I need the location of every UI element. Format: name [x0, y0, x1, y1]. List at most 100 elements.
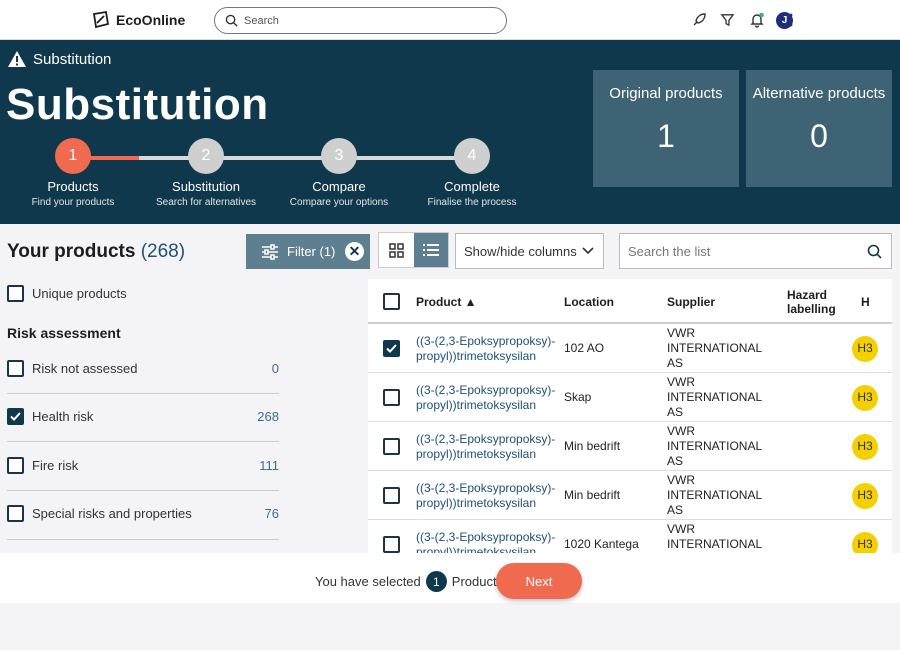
risk-checkbox[interactable] — [7, 360, 24, 377]
stat-value: 1 — [657, 118, 675, 154]
row-checkbox[interactable] — [383, 536, 400, 553]
location: Min bedrift — [564, 439, 621, 453]
selection-prefix: You have selected — [315, 574, 421, 589]
product-name[interactable]: ((3-(2,3-Epoksypropoksy)-propyl))trimeto… — [416, 471, 556, 520]
step-complete[interactable]: 4 Complete Finalise the process — [402, 138, 542, 208]
h-cell: H3 — [852, 471, 878, 520]
global-search-input[interactable]: Search — [214, 7, 507, 34]
location: Skap — [564, 390, 592, 404]
step-sublabel: Compare your options — [289, 197, 389, 208]
product-name[interactable]: ((3-(2,3-Epoksypropoksy)-propyl))trimeto… — [416, 373, 556, 422]
chevron-down-icon — [582, 247, 594, 255]
step-number: 3 — [321, 138, 357, 174]
clear-filter-icon[interactable]: ✕ — [345, 242, 364, 261]
table-row[interactable]: ((3-(2,3-Epoksypropoksy)-propyl))trimeto… — [368, 471, 892, 520]
risk-filter-fire[interactable]: Fire risk 111 — [7, 457, 279, 474]
step-label: Substitution — [172, 179, 240, 194]
filter-label: Unique products — [32, 286, 127, 301]
risk-checkbox[interactable] — [7, 505, 24, 522]
product-name[interactable]: ((3-(2,3-Epoksypropoksy)-propyl))trimeto… — [416, 422, 556, 471]
progress-stepper: 1 Products Find your products 2 Substitu… — [0, 138, 560, 224]
risk-filter-special[interactable]: Special risks and properties 76 — [7, 505, 279, 522]
hazard-badge: H3 — [852, 531, 878, 553]
search-placeholder: Search — [244, 14, 279, 27]
next-button[interactable]: Next — [496, 563, 582, 599]
rocket-icon[interactable] — [690, 11, 707, 28]
row-checkbox-cell — [383, 520, 400, 553]
stat-value: 0 — [810, 118, 828, 154]
column-header-supplier[interactable]: Supplier — [667, 279, 715, 324]
hazard-badge: H3 — [852, 335, 878, 362]
top-bar: EcoOnline Search J — [0, 0, 900, 40]
search-icon[interactable] — [867, 244, 882, 259]
supplier: VWR INTERNATIONAL AS — [667, 424, 762, 468]
risk-checkbox[interactable] — [7, 408, 24, 425]
grid-view-button[interactable] — [379, 233, 414, 267]
divider — [7, 539, 279, 540]
ecoonline-logo-icon — [92, 10, 110, 29]
list-search-input[interactable]: Search the list — [619, 233, 892, 269]
breadcrumb-label: Substitution — [33, 50, 112, 68]
filter-count: 0 — [271, 361, 279, 376]
filter-label: Health risk — [32, 409, 94, 424]
user-avatar[interactable]: J — [776, 12, 793, 29]
step-label: Products — [47, 179, 99, 194]
row-checkbox[interactable] — [383, 438, 400, 455]
h-cell: H3 — [852, 373, 878, 422]
row-checkbox[interactable] — [383, 340, 400, 357]
row-checkbox[interactable] — [383, 487, 400, 504]
product-name[interactable]: ((3-(2,3-Epoksypropoksy)-propyl))trimeto… — [416, 324, 556, 373]
column-header-product[interactable]: Product ▲ — [416, 279, 477, 324]
bell-icon[interactable] — [748, 11, 765, 28]
product-count: (268) — [140, 241, 186, 262]
table-row[interactable]: ((3-(2,3-Epoksypropoksy)-propyl))trimeto… — [368, 373, 892, 422]
filter-count: 111 — [259, 458, 279, 473]
column-header-location[interactable]: Location — [564, 279, 614, 324]
step-products[interactable]: 1 Products Find your products — [3, 138, 143, 208]
filter-icon[interactable] — [719, 11, 736, 28]
filter-button[interactable]: Filter (1) ✕ — [246, 234, 370, 269]
row-checkbox-cell — [383, 373, 400, 422]
column-header-hazard[interactable]: Hazard labelling — [787, 279, 845, 324]
selection-bar: You have selected 1 Product Next — [0, 553, 900, 603]
grid-icon — [389, 242, 404, 258]
step-number: 4 — [454, 138, 490, 174]
hazard-badge: H3 — [852, 433, 878, 460]
filter-label: Risk not assessed — [32, 361, 138, 376]
list-icon — [422, 244, 439, 256]
brand-logo[interactable]: EcoOnline — [91, 10, 185, 30]
hazard-badge: H3 — [852, 384, 878, 411]
stat-title: Alternative products — [752, 85, 886, 102]
unique-products-filter[interactable]: Unique products — [7, 285, 279, 302]
divider — [7, 490, 279, 491]
list-view-button[interactable] — [413, 233, 448, 267]
row-checkbox[interactable] — [383, 389, 400, 406]
show-hide-columns-dropdown[interactable]: Show/hide columns — [455, 233, 604, 269]
location: 1020 Kantega — [564, 537, 639, 551]
table-row[interactable]: ((3-(2,3-Epoksypropoksy)-propyl))trimeto… — [368, 422, 892, 471]
table-row[interactable]: ((3-(2,3-Epoksypropoksy)-propyl))trimeto… — [368, 520, 892, 553]
location: 102 AO — [564, 341, 605, 355]
risk-filter-not-assessed[interactable]: Risk not assessed 0 — [7, 360, 279, 377]
select-all-checkbox[interactable] — [383, 293, 400, 310]
table-header: Product ▲ Location Supplier Hazard label… — [368, 279, 892, 324]
products-table: Product ▲ Location Supplier Hazard label… — [368, 279, 892, 553]
dropdown-label: Show/hide columns — [464, 243, 577, 259]
product-name[interactable]: ((3-(2,3-Epoksypropoksy)-propyl))trimeto… — [416, 520, 556, 554]
table-row[interactable]: ((3-(2,3-Epoksypropoksy)-propyl))trimeto… — [368, 324, 892, 373]
selection-summary: You have selected 1 Product — [315, 571, 497, 592]
step-label: Compare — [312, 179, 366, 194]
supplier: VWR INTERNATIONAL AS — [667, 326, 762, 370]
h-cell: H3 — [852, 324, 878, 373]
divider — [7, 393, 279, 394]
location: Min bedrift — [564, 488, 621, 502]
column-header-h[interactable]: H — [861, 279, 870, 324]
step-substitution[interactable]: 2 Substitution Search for alternatives — [136, 138, 276, 208]
risk-filter-health[interactable]: Health risk 268 — [7, 408, 279, 425]
filter-count: 268 — [257, 409, 279, 424]
filter-label: Special risks and properties — [32, 506, 192, 521]
step-compare[interactable]: 3 Compare Compare your options — [269, 138, 409, 208]
risk-checkbox[interactable] — [7, 457, 24, 474]
unique-products-checkbox[interactable] — [7, 285, 24, 302]
h-cell: H3 — [852, 422, 878, 471]
